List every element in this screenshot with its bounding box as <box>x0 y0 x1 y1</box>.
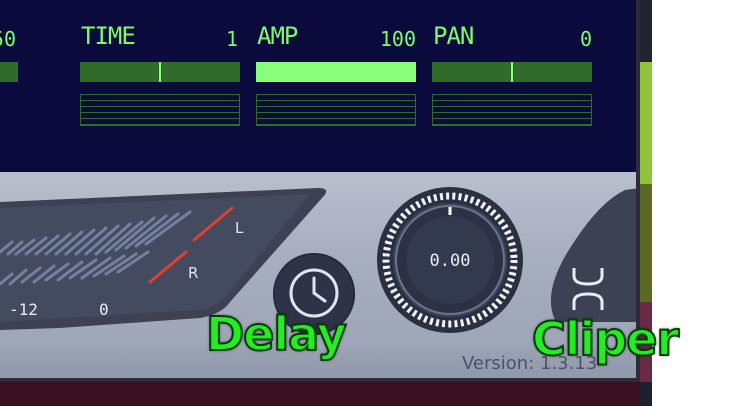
meter-scale-minus12: -12 <box>9 300 38 319</box>
cliper-button[interactable] <box>566 264 610 314</box>
amp-value: 100 <box>379 27 416 51</box>
pan-lines <box>432 94 592 126</box>
channel-r-label: R <box>188 264 199 282</box>
time-slider[interactable] <box>80 62 240 82</box>
cliper-label: Cliper <box>531 311 680 367</box>
left-param-value: 50 <box>0 27 16 51</box>
pan-value: 0 <box>579 27 592 51</box>
knob-value: 0.00 <box>429 251 471 271</box>
left-param-bar[interactable] <box>0 62 18 82</box>
time-value: 1 <box>225 27 238 51</box>
time-lines <box>80 94 240 126</box>
param-panel: 50 TIME 1 AMP 100 PAN 0 <box>0 0 640 172</box>
amp-slider[interactable] <box>256 62 416 82</box>
time-slider-marker <box>159 62 161 82</box>
channel-l-label: L <box>235 219 244 237</box>
pan-label: PAN <box>433 22 474 50</box>
amp-label: AMP <box>257 22 298 50</box>
amp-lines <box>256 94 416 126</box>
pan-slider-marker <box>511 62 513 82</box>
meter-scale-0: 0 <box>99 300 109 319</box>
cliper-icon <box>572 268 604 310</box>
pan-slider[interactable] <box>432 62 592 82</box>
background-strip <box>0 382 652 406</box>
delay-label: Delay <box>205 306 348 362</box>
time-label: TIME <box>81 22 136 50</box>
amp-slider-fill <box>256 62 416 82</box>
